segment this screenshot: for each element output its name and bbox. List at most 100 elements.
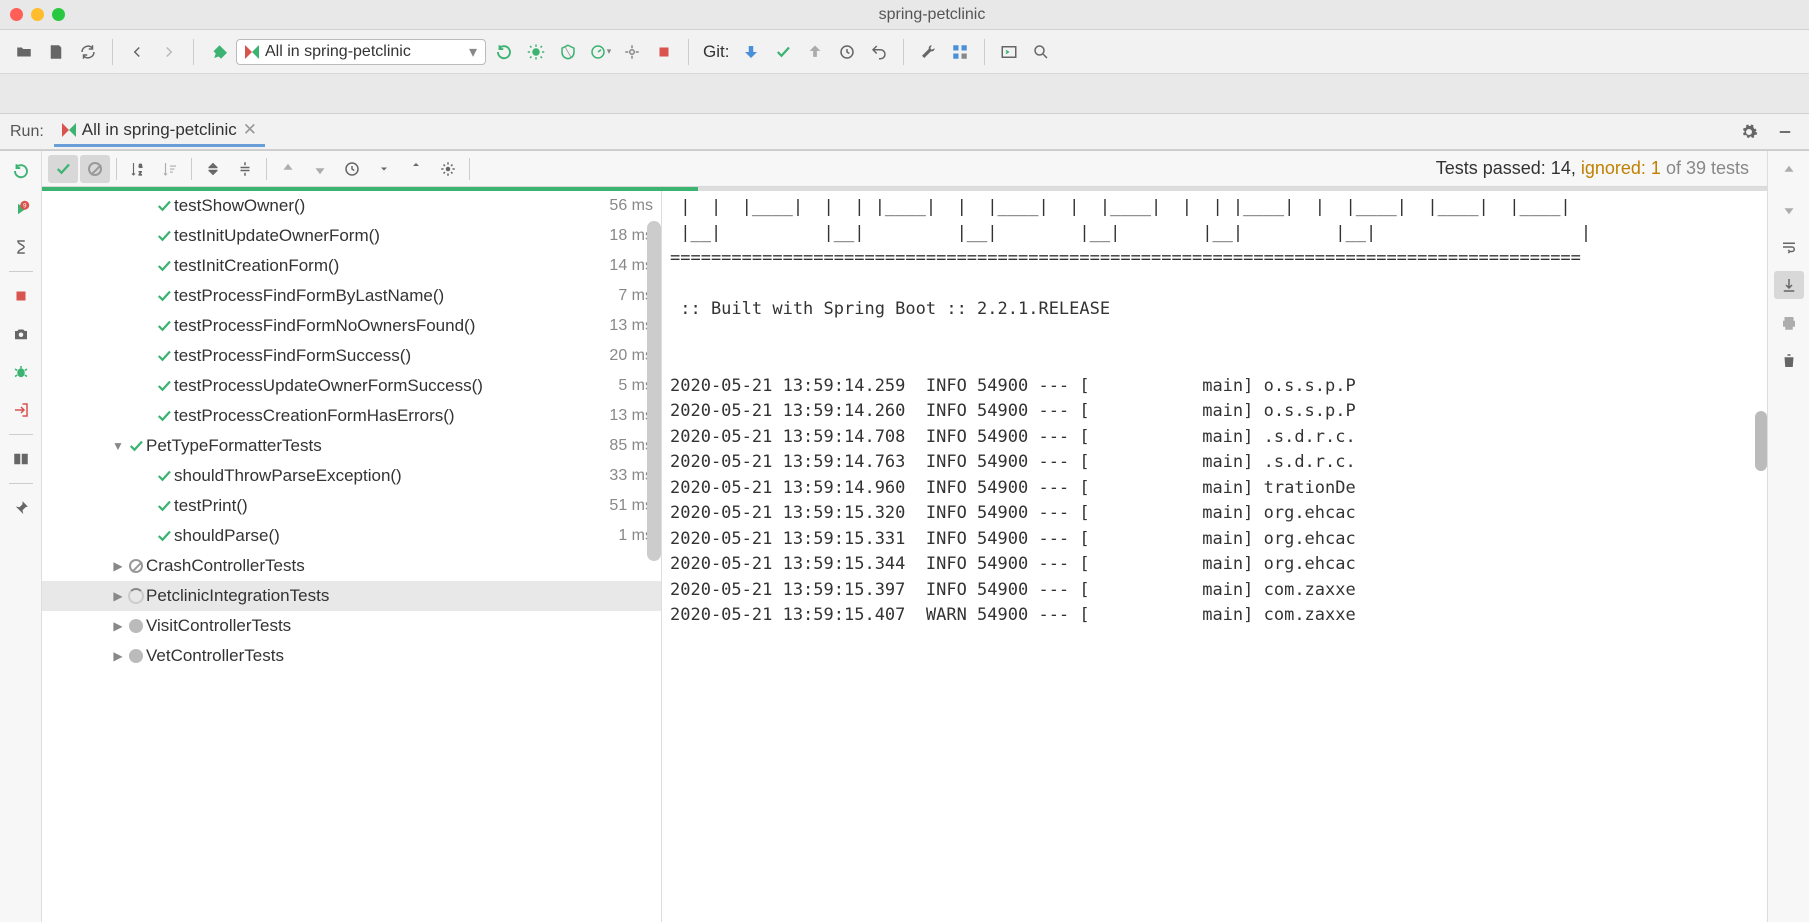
open-icon[interactable] <box>10 38 38 66</box>
save-icon[interactable] <box>42 38 70 66</box>
layout-icon[interactable] <box>6 445 36 473</box>
minimize-icon[interactable] <box>31 8 44 21</box>
rollback-icon[interactable] <box>865 38 893 66</box>
expand-all-button[interactable] <box>198 155 228 183</box>
stop-icon[interactable] <box>650 38 678 66</box>
pass-icon <box>154 347 174 365</box>
debug-icon[interactable] <box>522 38 550 66</box>
pass-icon <box>154 197 174 215</box>
test-tree-row[interactable]: ▶ CrashControllerTests <box>42 551 661 581</box>
rerun-button[interactable] <box>6 157 36 185</box>
build-icon[interactable] <box>204 38 232 66</box>
test-tree-row[interactable]: testProcessCreationFormHasErrors()13 ms <box>42 401 661 431</box>
search-icon[interactable] <box>1027 38 1055 66</box>
close-tab-icon[interactable]: ✕ <box>243 120 257 140</box>
rerun-failed-button[interactable]: 9 <box>6 195 36 223</box>
window-title: spring-petclinic <box>65 6 1799 24</box>
run-config-selector[interactable]: All in spring-petclinic ▾ <box>236 39 486 65</box>
test-tree[interactable]: testShowOwner()56 mstestInitUpdateOwnerF… <box>42 191 662 922</box>
toggle-auto-test-button[interactable] <box>6 233 36 261</box>
run-left-toolbar: 9 <box>0 151 42 922</box>
print-icon[interactable] <box>1774 309 1804 337</box>
test-tree-row[interactable]: shouldThrowParseException()33 ms <box>42 461 661 491</box>
sort-alpha-button[interactable]: az <box>123 155 153 183</box>
structure-icon[interactable] <box>946 38 974 66</box>
console-scrollbar[interactable] <box>1755 191 1767 922</box>
test-name: testPrint() <box>174 496 609 516</box>
bug-icon[interactable] <box>6 358 36 386</box>
test-name: testShowOwner() <box>174 196 609 216</box>
test-settings-button[interactable] <box>433 155 463 183</box>
test-tree-row[interactable]: testProcessFindFormByLastName()7 ms <box>42 281 661 311</box>
pass-icon <box>154 227 174 245</box>
test-tree-row[interactable]: testProcessFindFormSuccess()20 ms <box>42 341 661 371</box>
tree-arrow-icon[interactable]: ▶ <box>110 559 126 573</box>
run-tab[interactable]: All in spring-petclinic ✕ <box>54 116 265 147</box>
test-tree-row[interactable]: ▶PetclinicIntegrationTests <box>42 581 661 611</box>
forward-icon[interactable] <box>155 38 183 66</box>
test-tree-row[interactable]: testPrint()51 ms <box>42 491 661 521</box>
console-output[interactable]: | | |____| | | |____| | |____| | |____| … <box>662 191 1767 922</box>
show-passed-button[interactable] <box>48 155 78 183</box>
commit-icon[interactable] <box>769 38 797 66</box>
test-tree-row[interactable]: testProcessUpdateOwnerFormSuccess()5 ms <box>42 371 661 401</box>
rerun-icon[interactable] <box>490 38 518 66</box>
titlebar: spring-petclinic <box>0 0 1809 30</box>
import-button[interactable] <box>369 155 399 183</box>
navigation-bar <box>0 74 1809 114</box>
pass-icon <box>154 497 174 515</box>
up-stack-icon[interactable] <box>1774 157 1804 185</box>
pass-icon <box>126 437 146 455</box>
tree-scrollbar[interactable] <box>647 191 661 922</box>
profile-icon[interactable]: ▾ <box>586 38 614 66</box>
soft-wrap-icon[interactable] <box>1774 233 1804 261</box>
main-toolbar: All in spring-petclinic ▾ ▾ Git: <box>0 30 1809 74</box>
pin-icon[interactable] <box>6 494 36 522</box>
coverage-icon[interactable] <box>554 38 582 66</box>
history-icon[interactable] <box>833 38 861 66</box>
stop-button[interactable] <box>6 282 36 310</box>
back-icon[interactable] <box>123 38 151 66</box>
prev-failed-button[interactable] <box>273 155 303 183</box>
exit-icon[interactable] <box>6 396 36 424</box>
collapse-all-button[interactable] <box>230 155 260 183</box>
sort-duration-button[interactable] <box>155 155 185 183</box>
minimize-panel-icon[interactable] <box>1771 118 1799 146</box>
down-stack-icon[interactable] <box>1774 195 1804 223</box>
scroll-to-end-icon[interactable] <box>1774 271 1804 299</box>
test-tree-row[interactable]: shouldParse()1 ms <box>42 521 661 551</box>
sync-icon[interactable] <box>74 38 102 66</box>
pass-icon <box>154 287 174 305</box>
test-tree-row[interactable]: testProcessFindFormNoOwnersFound()13 ms <box>42 311 661 341</box>
push-icon[interactable] <box>801 38 829 66</box>
run-anything-icon[interactable] <box>995 38 1023 66</box>
tree-arrow-icon[interactable]: ▶ <box>110 649 126 663</box>
test-tree-row[interactable]: ▼PetTypeFormatterTests85 ms <box>42 431 661 461</box>
next-failed-button[interactable] <box>305 155 335 183</box>
maximize-icon[interactable] <box>52 8 65 21</box>
test-name: VetControllerTests <box>146 646 653 666</box>
pass-icon <box>154 257 174 275</box>
test-middle: az Tests passed: 14, ignored: 1 of 39 te… <box>42 151 1767 922</box>
test-tree-row[interactable]: testInitCreationForm()14 ms <box>42 251 661 281</box>
tree-arrow-icon[interactable]: ▶ <box>110 589 126 603</box>
wrench-icon[interactable] <box>914 38 942 66</box>
test-tree-row[interactable]: testShowOwner()56 ms <box>42 191 661 221</box>
test-history-button[interactable] <box>337 155 367 183</box>
gear-icon[interactable] <box>1735 118 1763 146</box>
tree-arrow-icon[interactable]: ▶ <box>110 619 126 633</box>
camera-icon[interactable] <box>6 320 36 348</box>
test-tree-row[interactable]: testInitUpdateOwnerForm()18 ms <box>42 221 661 251</box>
attach-icon[interactable] <box>618 38 646 66</box>
test-tree-row[interactable]: ▶VisitControllerTests <box>42 611 661 641</box>
trash-icon[interactable] <box>1774 347 1804 375</box>
export-button[interactable] <box>401 155 431 183</box>
show-ignored-button[interactable] <box>80 155 110 183</box>
test-name: CrashControllerTests <box>146 556 653 576</box>
test-tree-row[interactable]: ▶ VetControllerTests <box>42 641 661 671</box>
pending-icon <box>126 619 146 633</box>
update-project-icon[interactable] <box>737 38 765 66</box>
tree-arrow-icon[interactable]: ▼ <box>110 439 126 453</box>
close-icon[interactable] <box>10 8 23 21</box>
spinner-icon <box>126 588 146 604</box>
